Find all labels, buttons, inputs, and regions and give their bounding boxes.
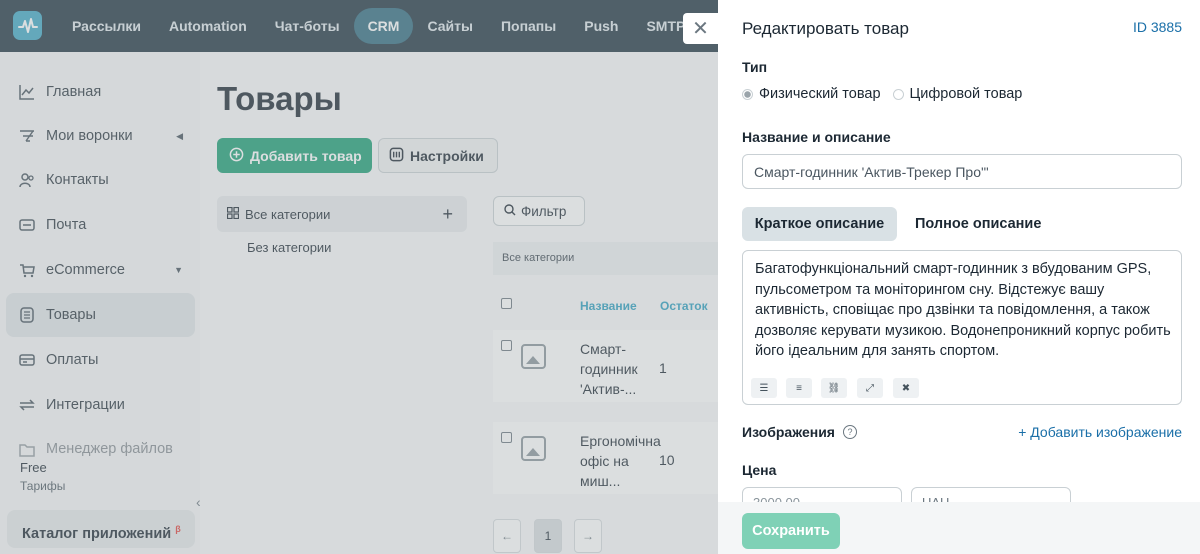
tab-full-description[interactable]: Полное описание <box>915 207 1041 241</box>
link-icon[interactable]: ⛓ <box>821 378 847 398</box>
radio-physical[interactable] <box>742 88 753 100</box>
panel-title: Редактировать товар <box>742 19 909 38</box>
product-name-input[interactable]: Смарт-годинник 'Актив-Трекер Про'" <box>742 154 1182 189</box>
images-label-text: Изображения <box>742 424 835 440</box>
description-text[interactable]: Багатофункціональний смарт-годинник з вб… <box>755 259 1175 362</box>
radio-digital-label[interactable]: Цифровой товар <box>910 86 1023 102</box>
panel-footer: Сохранить <box>718 502 1200 554</box>
edit-product-panel: Редактировать товар ID 3885 Тип Физическ… <box>718 0 1200 554</box>
help-icon[interactable]: ? <box>842 425 857 439</box>
price-label: Цена <box>742 462 777 478</box>
description-editor[interactable]: Багатофункціональний смарт-годинник з вб… <box>742 250 1182 405</box>
type-radio-group: Физический товар Цифровой товар <box>742 86 1022 102</box>
add-image-link[interactable]: + Добавить изображение <box>1018 424 1182 440</box>
radio-physical-label[interactable]: Физический товар <box>759 86 881 102</box>
unlink-icon[interactable]: ⤢ <box>857 378 883 398</box>
save-button[interactable]: Сохранить <box>742 513 840 549</box>
clear-format-icon[interactable]: ✖ <box>893 378 919 398</box>
images-label: Изображения ? <box>742 424 857 440</box>
modal-overlay[interactable] <box>0 0 718 554</box>
close-icon[interactable]: ✕ <box>683 13 718 44</box>
radio-digital[interactable] <box>892 88 904 100</box>
numbered-list-icon[interactable]: ≡ <box>786 378 812 398</box>
name-description-label: Название и описание <box>742 129 891 145</box>
bullet-list-icon[interactable]: ☰ <box>751 378 777 398</box>
tab-short-description[interactable]: Краткое описание <box>742 207 897 241</box>
type-label: Тип <box>742 59 768 75</box>
product-id: ID 3885 <box>1132 19 1182 35</box>
